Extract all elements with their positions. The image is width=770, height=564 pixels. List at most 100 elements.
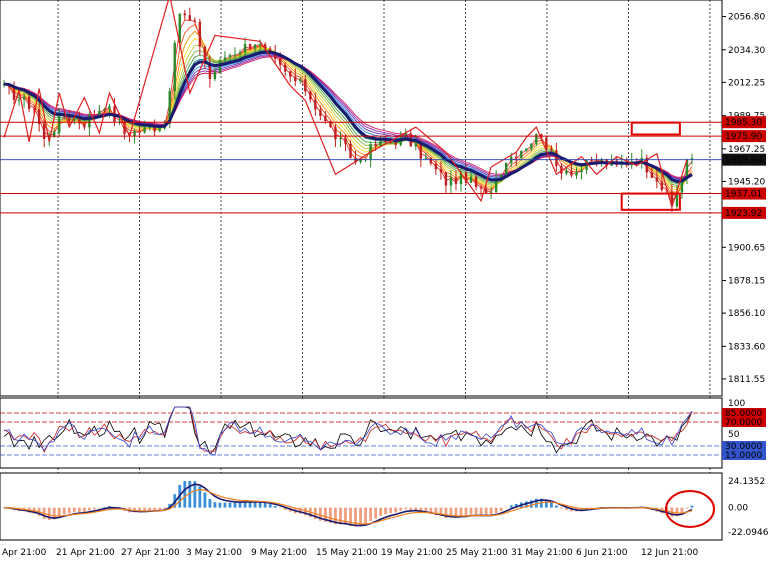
candle-body <box>188 15 192 21</box>
candle-body <box>515 156 518 158</box>
histogram-bar <box>389 507 393 514</box>
candle-body <box>223 57 227 61</box>
candle-body <box>63 116 66 118</box>
candle-body <box>83 123 86 128</box>
candle-body <box>173 42 176 92</box>
candle-body <box>339 137 342 140</box>
candle-body <box>238 52 242 55</box>
histogram-bar <box>228 502 232 508</box>
histogram-bar <box>369 507 372 521</box>
histogram-bar <box>560 507 563 509</box>
candle-body <box>304 79 307 92</box>
candle-body <box>143 127 146 133</box>
price-tick-label: 2012.25 <box>728 78 765 88</box>
histogram-bar <box>148 507 152 511</box>
histogram-bar <box>72 507 76 513</box>
candle-body <box>469 176 473 183</box>
histogram-bar <box>82 507 86 513</box>
histogram-bar <box>183 481 187 508</box>
candle-body <box>78 118 81 124</box>
candle-body <box>319 109 322 116</box>
candle-body <box>454 177 458 185</box>
histogram-bar <box>218 502 222 508</box>
candle-body <box>158 128 161 132</box>
histogram-bar <box>509 505 513 508</box>
chart-canvas[interactable]: 2056.802034.302012.251989.751967.251945.… <box>0 0 770 560</box>
candle-body <box>93 115 96 117</box>
candle-body <box>299 79 302 82</box>
x-axis-label: 21 Apr 21:00 <box>56 548 115 558</box>
x-axis-label: 31 May 21:00 <box>511 548 573 558</box>
histogram-bar <box>464 507 468 516</box>
candle-body <box>228 54 232 58</box>
candle-body <box>525 148 528 151</box>
candle-body <box>198 21 202 47</box>
candle-body <box>520 150 523 158</box>
candle-body <box>314 99 317 110</box>
oscillator-tick-label: 100 <box>728 399 745 409</box>
histogram-bar <box>685 507 689 509</box>
x-axis-label: 25 May 21:00 <box>446 548 508 558</box>
candle-body <box>660 181 664 191</box>
histogram-bar <box>87 507 91 511</box>
histogram-bar <box>499 507 503 512</box>
price-panel-frame <box>0 0 723 397</box>
candle-body <box>530 143 533 149</box>
candle-body <box>58 116 61 133</box>
price-tick-label: 1967.25 <box>728 145 765 155</box>
histogram-bar <box>384 507 388 515</box>
candle-body <box>183 13 186 16</box>
histogram-bar <box>374 507 378 519</box>
histogram-bar <box>339 507 342 525</box>
candle-body <box>42 124 46 139</box>
histogram-bar <box>484 507 488 516</box>
histogram-tick-label: 0.00 <box>728 504 748 514</box>
candle-body <box>258 44 262 46</box>
x-axis-label: 12 Jun 21:00 <box>641 548 698 558</box>
candle-body <box>379 139 382 146</box>
candle-body <box>550 148 553 151</box>
histogram-tick-label: -22.0946 <box>728 528 769 538</box>
candle-body <box>248 44 252 49</box>
candle-body <box>374 144 377 146</box>
price-tick-label: 1856.10 <box>728 309 765 319</box>
candle-body <box>324 115 327 122</box>
histogram-bar <box>479 507 483 516</box>
histogram-bar <box>238 502 242 508</box>
candle-body <box>17 99 21 101</box>
histogram-bar <box>680 507 684 513</box>
candle-body <box>148 126 151 128</box>
candle-body <box>555 150 558 167</box>
candle-body <box>595 160 598 162</box>
histogram-bar <box>494 507 498 514</box>
price-tick-label: 1833.60 <box>728 342 765 352</box>
candle-body <box>484 188 488 194</box>
level-price-label: 1923.92 <box>725 209 762 219</box>
candle-body <box>284 64 287 72</box>
candle-body <box>289 71 292 77</box>
price-tick-label: 2056.80 <box>728 13 765 23</box>
histogram-bar <box>233 502 237 508</box>
candle-body <box>575 172 578 176</box>
candle-body <box>434 163 438 170</box>
candle-body <box>213 72 217 79</box>
histogram-bar <box>223 502 227 508</box>
histogram-bar <box>404 507 408 510</box>
candle-body <box>27 96 31 109</box>
candle-body <box>449 177 453 186</box>
histogram-bar <box>278 507 282 509</box>
histogram-bar <box>103 507 106 508</box>
candle-body <box>565 170 568 174</box>
histogram-bar <box>98 507 101 509</box>
histogram-bar <box>394 507 398 513</box>
candle-body <box>133 130 136 136</box>
chart-svg: 2056.802034.302012.251989.751967.251945.… <box>0 0 769 558</box>
level-price-label: 1985.30 <box>725 118 762 128</box>
histogram-bar <box>549 502 553 508</box>
histogram-bar <box>359 507 362 526</box>
histogram-bar <box>474 507 478 516</box>
histogram-bar <box>67 507 71 514</box>
candle-body <box>479 187 483 189</box>
price-tick-label: 2034.30 <box>728 46 765 56</box>
candle-body <box>535 134 538 144</box>
